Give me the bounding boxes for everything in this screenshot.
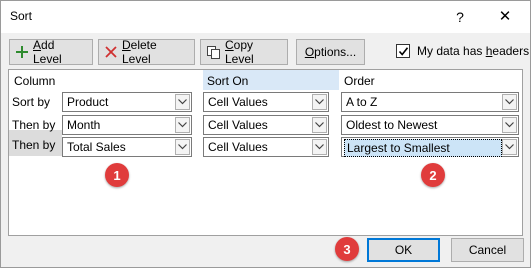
chevron-down-icon[interactable]	[502, 139, 517, 155]
headers-checkbox-label: My data has headers	[417, 44, 530, 58]
chevron-down-icon[interactable]	[502, 94, 517, 110]
headers-checkbox[interactable]	[396, 44, 410, 58]
copy-icon	[207, 45, 220, 59]
column-dropdown-2[interactable]: Month	[62, 115, 192, 135]
order-dropdown-value: Largest to Smallest	[344, 139, 502, 157]
help-button[interactable]: ?	[446, 3, 474, 31]
column-dropdown-value: Total Sales	[67, 140, 126, 154]
chevron-down-icon[interactable]	[502, 117, 517, 133]
ok-button[interactable]: OK	[367, 238, 440, 262]
chevron-down-icon[interactable]	[175, 117, 190, 133]
sort-on-dropdown-value: Cell Values	[208, 95, 268, 109]
sort-on-header: Sort On	[207, 74, 249, 88]
order-dropdown-2[interactable]: Oldest to Newest	[341, 115, 519, 135]
sort-dialog: Sort ? ✕ Add Level Delete Level Copy Lev…	[0, 0, 531, 268]
row-label-sort-by: Sort by	[12, 95, 51, 109]
callout-badge-3: 3	[335, 237, 359, 261]
copy-level-label: Copy Level	[225, 38, 254, 66]
add-level-label: Add Level	[33, 38, 62, 66]
sort-on-dropdown-2[interactable]: Cell Values	[203, 115, 329, 135]
row-label-then-by: Then by	[12, 138, 56, 152]
order-dropdown-value: A to Z	[346, 95, 378, 109]
sort-on-dropdown-1[interactable]: Cell Values	[203, 92, 329, 112]
cancel-button[interactable]: Cancel	[451, 238, 524, 262]
column-dropdown-value: Product	[67, 95, 109, 109]
close-button[interactable]: ✕	[490, 3, 520, 31]
column-dropdown-3[interactable]: Total Sales	[62, 137, 192, 157]
title-bar: Sort ? ✕	[1, 1, 530, 33]
plus-icon	[16, 46, 28, 58]
chevron-down-icon[interactable]	[175, 94, 190, 110]
copy-level-button[interactable]: Copy Level	[200, 38, 288, 66]
column-dropdown-1[interactable]: Product	[62, 92, 192, 112]
order-dropdown-value: Oldest to Newest	[346, 118, 438, 132]
window-title: Sort	[10, 9, 33, 23]
sort-on-dropdown-3[interactable]: Cell Values	[203, 137, 329, 157]
delete-level-button[interactable]: Delete Level	[98, 38, 195, 66]
sort-levels-grid: Column Sort On Order Sort by Product Cel…	[8, 69, 523, 236]
checkmark-icon	[398, 47, 409, 56]
delete-x-icon	[105, 46, 117, 58]
chevron-down-icon[interactable]	[312, 94, 327, 110]
column-dropdown-value: Month	[67, 118, 101, 132]
add-level-button[interactable]: Add Level	[9, 38, 93, 66]
sort-on-dropdown-value: Cell Values	[208, 140, 268, 154]
options-label: Options...	[304, 45, 357, 59]
callout-badge-1: 1	[105, 163, 129, 187]
order-dropdown-3[interactable]: Largest to Smallest	[341, 137, 519, 157]
order-header: Order	[344, 74, 375, 88]
callout-badge-2: 2	[421, 163, 445, 187]
row-label-then-by: Then by	[12, 118, 56, 132]
chevron-down-icon[interactable]	[312, 139, 327, 155]
delete-level-label: Delete Level	[122, 38, 157, 66]
options-button[interactable]: Options...	[296, 39, 365, 65]
chevron-down-icon[interactable]	[312, 117, 327, 133]
chevron-down-icon[interactable]	[175, 139, 190, 155]
sort-on-dropdown-value: Cell Values	[208, 118, 268, 132]
order-dropdown-1[interactable]: A to Z	[341, 92, 519, 112]
column-header: Column	[14, 74, 56, 88]
